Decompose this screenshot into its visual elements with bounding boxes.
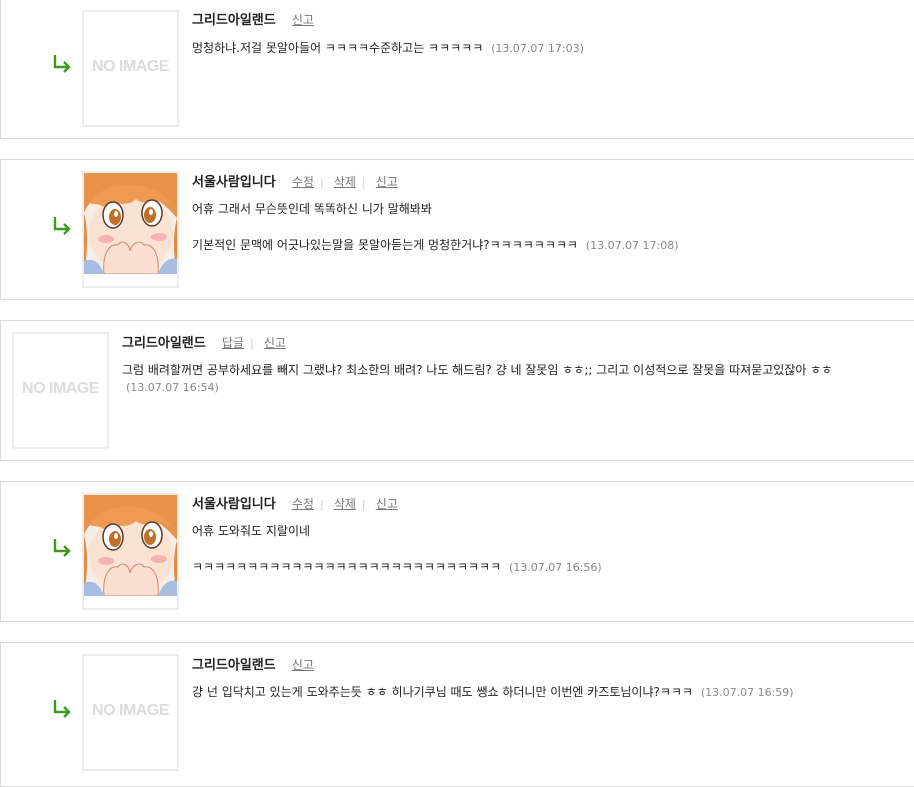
reply-arrow-icon [53,217,71,235]
comment-item: 서울사람입니다 수정 | 삭제 | 신고 어휴 도와줘도 지랄이네 ㅋㅋㅋㅋㅋㅋㅋㅋ… [0,481,914,622]
edit-link[interactable]: 수정 [292,175,314,189]
delete-link[interactable]: 삭제 [334,497,356,511]
no-image-placeholder: NO IMAGE [92,58,169,75]
comment-text: 기본적인 문맥에 어긋나있는말을 못알아듣는게 멍청한거냐?ㅋㅋㅋㅋㅋㅋㅋㅋ [192,238,578,252]
comment-timestamp: (13.07.07 17:03) [491,42,584,55]
anime-girl-avatar-icon [84,173,177,274]
report-link[interactable]: 신고 [292,13,314,27]
avatar [82,171,179,288]
report-link[interactable]: 신고 [376,497,398,511]
comment-timestamp: (13.07.07 16:54) [126,381,219,394]
anime-girl-avatar-icon [84,495,177,596]
reply-arrow-icon [53,700,71,718]
avatar: NO IMAGE [12,332,109,449]
comment-text: ㅋㅋㅋㅋㅋㅋㅋㅋㅋㅋㅋㅋㅋㅋㅋㅋㅋㅋㅋㅋㅋㅋㅋㅋㅋㅋㅋㅋ [192,560,502,574]
comment-text: 멍청하냐.저걸 못알아들어 ㅋㅋㅋㅋ수준하고는 ㅋㅋㅋㅋㅋ [192,41,484,55]
reply-arrow-icon [53,55,71,73]
report-link[interactable]: 신고 [376,175,398,189]
comment-text: 그럼 배려할꺼면 공부하세요를 빼지 그랬냐? 최소한의 배려? 나도 해드림?… [122,363,833,377]
comment-author[interactable]: 서울사람입니다 [192,175,276,190]
comment-text: 걍 넌 입닥치고 있는게 도와주는듯 ㅎㅎ 히나기쿠님 때도 쌩쇼 하더니만 이… [192,685,693,699]
avatar: NO IMAGE [82,654,179,771]
comment-author[interactable]: 서울사람입니다 [192,497,276,512]
avatar [82,493,179,610]
edit-link[interactable]: 수정 [292,497,314,511]
comment-author[interactable]: 그리드아일랜드 [122,336,206,351]
avatar: NO IMAGE [82,10,179,127]
comment-author[interactable]: 그리드아일랜드 [192,658,276,673]
report-link[interactable]: 신고 [264,336,286,350]
comment-item: NO IMAGE 그리드아일랜드 답글 | 신고 그럼 배려할꺼면 공부하세요를 … [0,320,914,461]
comment-timestamp: (13.07.07 17:08) [585,239,679,252]
comment-timestamp: (13.07.07 16:59) [700,686,794,699]
reply-arrow-icon [53,539,71,557]
reply-link[interactable]: 답글 [222,336,244,350]
comment-item: NO IMAGE 그리드아일랜드 신고 걍 넌 입닥치고 있는게 도와주는듯 ㅎ… [0,642,914,787]
comment-author[interactable]: 그리드아일랜드 [192,13,276,28]
comment-item: 서울사람입니다 수정 | 삭제 | 신고 어휴 그래서 무슨뜻인데 똑똑하신 니가 … [0,159,914,300]
comment-text: 어휴 도와줘도 지랄이네 [192,524,311,538]
comment-item: NO IMAGE 그리드아일랜드 신고 멍청하냐.저걸 못알아들어 ㅋㅋㅋㅋ수준… [0,0,914,139]
delete-link[interactable]: 삭제 [334,175,356,189]
report-link[interactable]: 신고 [292,658,314,672]
comment-timestamp: (13.07.07 16:56) [508,561,602,574]
no-image-placeholder: NO IMAGE [22,380,99,397]
comment-text: 어휴 그래서 무슨뜻인데 똑똑하신 니가 말해봐봐 [192,202,432,216]
no-image-placeholder: NO IMAGE [92,702,169,719]
